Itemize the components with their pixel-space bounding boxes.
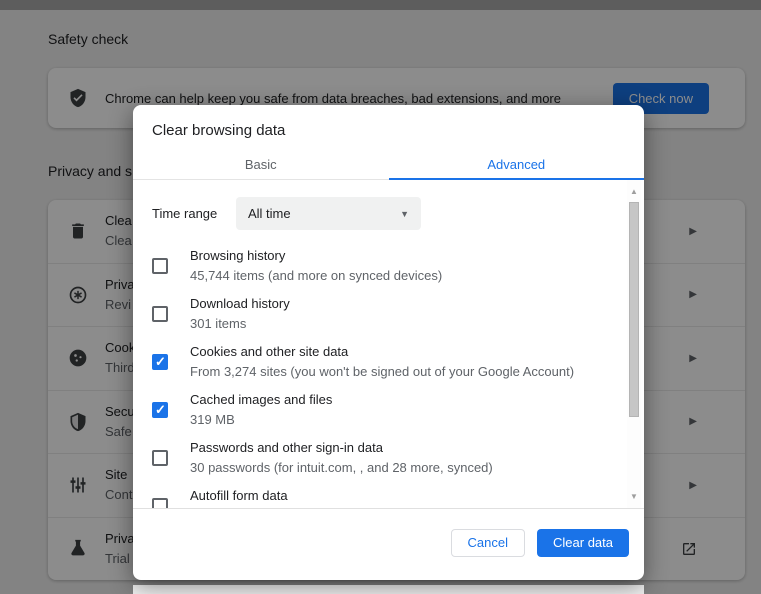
time-range-row: Time range All time ▼: [152, 197, 644, 230]
item-download-history: Download history 301 items: [152, 290, 644, 338]
download-history-checkbox[interactable]: [152, 306, 168, 322]
item-detail: From 3,274 sites (you won't be signed ou…: [190, 364, 575, 379]
dialog-scroll-area: Time range All time ▼ Browsing history 4…: [133, 180, 644, 509]
item-autofill: Autofill form data: [152, 482, 644, 508]
item-cached-images: Cached images and files 319 MB: [152, 386, 644, 434]
item-label: Autofill form data: [190, 488, 288, 503]
dialog-footer: Cancel Clear data: [133, 509, 644, 576]
item-passwords: Passwords and other sign-in data 30 pass…: [152, 434, 644, 482]
clear-data-button[interactable]: Clear data: [537, 528, 629, 557]
item-detail: 319 MB: [190, 412, 235, 427]
item-detail: 30 passwords (for intuit.com, , and 28 m…: [190, 460, 493, 475]
browsing-history-checkbox[interactable]: [152, 258, 168, 274]
autofill-checkbox[interactable]: [152, 498, 168, 508]
item-label: Cached images and files: [190, 392, 333, 407]
cached-images-checkbox[interactable]: [152, 402, 168, 418]
scrollbar-thumb[interactable]: [629, 202, 639, 417]
item-browsing-history: Browsing history 45,744 items (and more …: [152, 242, 644, 290]
dialog-title: Clear browsing data: [152, 122, 286, 139]
bottom-edge-strip: [133, 585, 644, 594]
tab-advanced[interactable]: Advanced: [388, 150, 645, 180]
item-detail: 45,744 items (and more on synced devices…: [190, 268, 443, 283]
item-label: Download history: [190, 296, 290, 311]
cancel-button[interactable]: Cancel: [450, 528, 526, 557]
time-range-select[interactable]: All time ▼: [236, 197, 421, 230]
item-detail: [190, 506, 288, 508]
tab-basic[interactable]: Basic: [133, 150, 389, 179]
time-range-value: All time: [248, 206, 291, 221]
clear-browsing-data-dialog: Clear browsing data Basic Advanced Time …: [133, 105, 644, 580]
item-label: Browsing history: [190, 248, 286, 263]
dialog-tabs: Basic Advanced: [133, 150, 644, 180]
dialog-scrollbar[interactable]: ▲ ▼: [627, 180, 641, 508]
item-cookies: Cookies and other site data From 3,274 s…: [152, 338, 644, 386]
passwords-checkbox[interactable]: [152, 450, 168, 466]
item-label: Passwords and other sign-in data: [190, 440, 383, 455]
scrollbar-down-arrow-icon[interactable]: ▼: [627, 490, 641, 504]
time-range-label: Time range: [152, 206, 218, 221]
item-detail: 301 items: [190, 316, 247, 331]
scrollbar-up-arrow-icon[interactable]: ▲: [627, 185, 641, 199]
chevron-down-icon: ▼: [400, 208, 409, 219]
item-label: Cookies and other site data: [190, 344, 349, 359]
cookies-checkbox[interactable]: [152, 354, 168, 370]
